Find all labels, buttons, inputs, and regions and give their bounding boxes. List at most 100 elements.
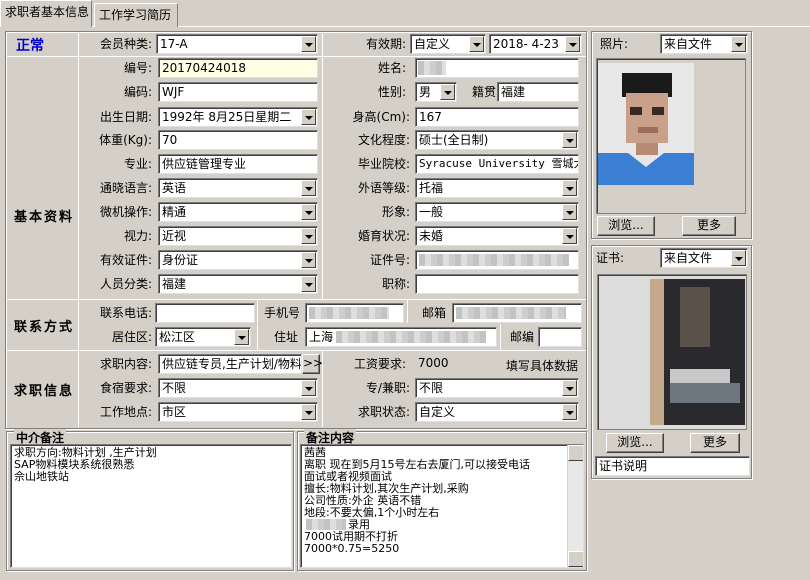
validity-label: 有效期: bbox=[365, 37, 406, 51]
height-input[interactable]: 167 bbox=[415, 107, 579, 127]
salary-label: 工资要求: bbox=[353, 357, 406, 371]
section-job-label: 求职信息 bbox=[14, 384, 75, 399]
notes-textarea[interactable]: 茜茜 离职 现在到5月15号左右去厦门,可以接受电话 面试或者视频面试 擅长:物… bbox=[300, 444, 584, 568]
tab-basic-info[interactable]: 求职者基本信息 bbox=[0, 0, 92, 27]
location-select[interactable]: 市区 bbox=[158, 402, 318, 422]
validity-date-picker[interactable]: 2018- 4-23 bbox=[489, 34, 582, 54]
salary-input[interactable]: 7000 bbox=[415, 354, 505, 374]
job-status-label: 求职状态: bbox=[357, 405, 410, 419]
category-select[interactable]: 福建 bbox=[158, 274, 318, 294]
mobile-input[interactable] bbox=[305, 303, 404, 323]
computer-label: 微机操作: bbox=[99, 205, 152, 219]
chevron-down-icon[interactable] bbox=[301, 404, 316, 420]
chevron-down-icon[interactable] bbox=[562, 228, 577, 244]
marital-select[interactable]: 未婚 bbox=[415, 226, 579, 246]
image-label: 形象: bbox=[381, 205, 410, 219]
fulltime-label: 专/兼职: bbox=[365, 381, 410, 395]
agent-notes-textarea[interactable]: 求职方向:物料计划 ,生产计划 SAP物料模块系统很熟悉 佘山地铁站 bbox=[10, 444, 292, 568]
photo-more-button[interactable]: 更多 bbox=[682, 216, 736, 236]
chevron-down-icon[interactable] bbox=[562, 204, 577, 220]
chevron-down-icon[interactable] bbox=[301, 276, 316, 292]
category-label: 人员分类: bbox=[99, 277, 152, 291]
chevron-down-icon[interactable] bbox=[301, 380, 316, 396]
job-content-more-button[interactable]: >> bbox=[302, 354, 323, 374]
chevron-down-icon[interactable] bbox=[301, 204, 316, 220]
weight-label: 体重(Kg): bbox=[99, 133, 152, 147]
native-label: 籍贯 bbox=[471, 85, 496, 99]
cert-desc-input[interactable]: 证书说明 bbox=[595, 456, 750, 476]
language-select[interactable]: 英语 bbox=[158, 178, 318, 198]
chevron-down-icon[interactable] bbox=[301, 228, 316, 244]
native-input[interactable]: 福建 bbox=[497, 82, 579, 102]
chevron-down-icon[interactable] bbox=[562, 380, 577, 396]
phone-label: 联系电话: bbox=[99, 306, 152, 320]
birth-date-picker[interactable]: 1992年 8月25日星期二 bbox=[158, 107, 318, 127]
job-status-select[interactable]: 自定义 bbox=[415, 402, 579, 422]
scroll-up-icon[interactable] bbox=[568, 445, 583, 461]
cert-frame bbox=[597, 274, 747, 430]
education-select[interactable]: 硕士(全日制) bbox=[415, 130, 579, 150]
chevron-down-icon[interactable] bbox=[301, 36, 316, 52]
title-input[interactable] bbox=[415, 274, 579, 294]
school-input[interactable]: Syracuse University 雪城大学 bbox=[415, 154, 579, 174]
gender-select[interactable]: 男 bbox=[415, 82, 457, 102]
district-select[interactable]: 松江区 bbox=[155, 327, 251, 347]
name-label: 姓名: bbox=[377, 61, 406, 75]
chevron-down-icon[interactable] bbox=[469, 36, 484, 52]
section-basic-label: 基本资料 bbox=[14, 210, 75, 225]
member-type-select[interactable]: 17-A bbox=[156, 34, 318, 54]
chevron-down-icon[interactable] bbox=[731, 36, 746, 52]
chevron-down-icon[interactable] bbox=[301, 180, 316, 196]
address-input[interactable]: 上海 bbox=[305, 327, 497, 347]
gender-label: 性别: bbox=[377, 85, 406, 99]
postcode-input[interactable] bbox=[538, 327, 582, 347]
scroll-down-icon[interactable] bbox=[568, 551, 583, 567]
id-type-select[interactable]: 身份证 bbox=[158, 250, 318, 270]
chevron-down-icon[interactable] bbox=[731, 250, 746, 266]
chevron-down-icon[interactable] bbox=[301, 252, 316, 268]
image-select[interactable]: 一般 bbox=[415, 202, 579, 222]
number-input[interactable]: 20170424018 bbox=[158, 58, 318, 78]
job-content-input[interactable]: 供应链专员,生产计划/物料 bbox=[158, 354, 302, 374]
phone-input[interactable] bbox=[155, 303, 255, 323]
cert-browse-button[interactable]: 浏览... bbox=[606, 433, 664, 453]
chevron-down-icon[interactable] bbox=[562, 132, 577, 148]
chevron-down-icon[interactable] bbox=[562, 404, 577, 420]
validity-type-select[interactable]: 自定义 bbox=[410, 34, 486, 54]
cert-label: 证书: bbox=[596, 251, 625, 265]
chevron-down-icon[interactable] bbox=[301, 109, 316, 125]
lang-level-label: 外语等级: bbox=[357, 181, 410, 195]
board-select[interactable]: 不限 bbox=[158, 378, 318, 398]
agent-note-line: 佘山地铁站 bbox=[14, 470, 69, 483]
lang-level-select[interactable]: 托福 bbox=[415, 178, 579, 198]
weight-input[interactable]: 70 bbox=[158, 130, 318, 150]
name-input[interactable] bbox=[415, 58, 579, 78]
major-input[interactable]: 供应链管理专业 bbox=[158, 154, 318, 174]
email-input[interactable] bbox=[452, 303, 582, 323]
email-label: 邮箱 bbox=[421, 306, 446, 320]
board-label: 食宿要求: bbox=[99, 381, 152, 395]
cert-source-select[interactable]: 来自文件 bbox=[660, 248, 748, 268]
chevron-down-icon[interactable] bbox=[562, 180, 577, 196]
address-label: 住址 bbox=[273, 330, 298, 344]
person-photo-icon bbox=[598, 63, 694, 185]
computer-select[interactable]: 精通 bbox=[158, 202, 318, 222]
chevron-down-icon[interactable] bbox=[234, 329, 249, 345]
id-no-input[interactable] bbox=[415, 250, 579, 270]
notes-scrollbar[interactable] bbox=[567, 445, 583, 567]
chevron-down-icon[interactable] bbox=[440, 84, 455, 100]
photo-source-select[interactable]: 来自文件 bbox=[660, 34, 748, 54]
code-input[interactable]: WJF bbox=[158, 82, 318, 102]
photo-browse-button[interactable]: 浏览... bbox=[597, 216, 655, 236]
note-line: 地段:不要太偏,1个小时左右 bbox=[304, 506, 440, 519]
note-line-redacted: 录用 bbox=[304, 519, 580, 531]
cert-more-button[interactable]: 更多 bbox=[690, 433, 740, 453]
mobile-label: 手机号 bbox=[263, 306, 300, 320]
fulltime-select[interactable]: 不限 bbox=[415, 378, 579, 398]
chevron-down-icon[interactable] bbox=[565, 36, 580, 52]
cert-image-icon bbox=[650, 279, 745, 425]
vision-select[interactable]: 近视 bbox=[158, 226, 318, 246]
photo-frame bbox=[596, 58, 746, 214]
education-label: 文化程度: bbox=[357, 133, 410, 147]
tab-resume[interactable]: 工作学习简历 bbox=[94, 3, 178, 27]
